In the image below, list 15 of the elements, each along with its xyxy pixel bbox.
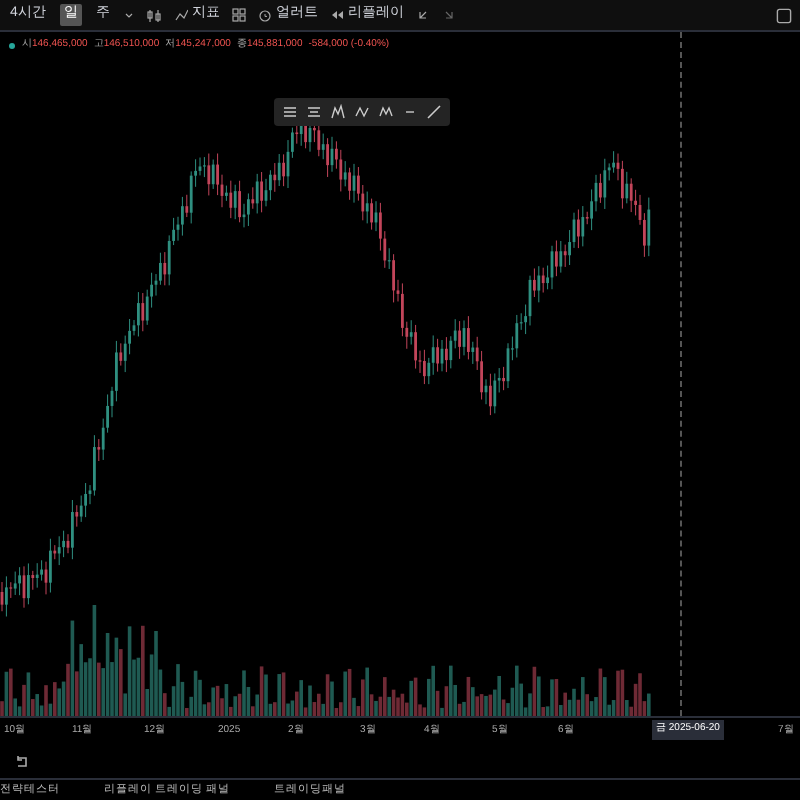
status-dot-icon[interactable]: [8, 41, 16, 50]
grid-icon[interactable]: [231, 8, 246, 22]
candles-icon[interactable]: [145, 7, 162, 23]
chart-line-icon[interactable]: [173, 8, 188, 22]
replay-icon[interactable]: [14, 753, 30, 769]
chevron-down-icon[interactable]: [123, 10, 134, 20]
rewind-icon[interactable]: [329, 8, 344, 22]
redo-icon[interactable]: [441, 8, 456, 22]
lines-icon[interactable]: [282, 104, 298, 120]
alarm-clock-icon[interactable]: [257, 8, 272, 22]
square-icon[interactable]: [776, 7, 792, 23]
line-tool-icon[interactable]: [426, 104, 442, 120]
pattern-icon[interactable]: [330, 104, 346, 120]
undo-icon[interactable]: [415, 8, 430, 22]
arrows-lines-icon[interactable]: [306, 104, 322, 120]
